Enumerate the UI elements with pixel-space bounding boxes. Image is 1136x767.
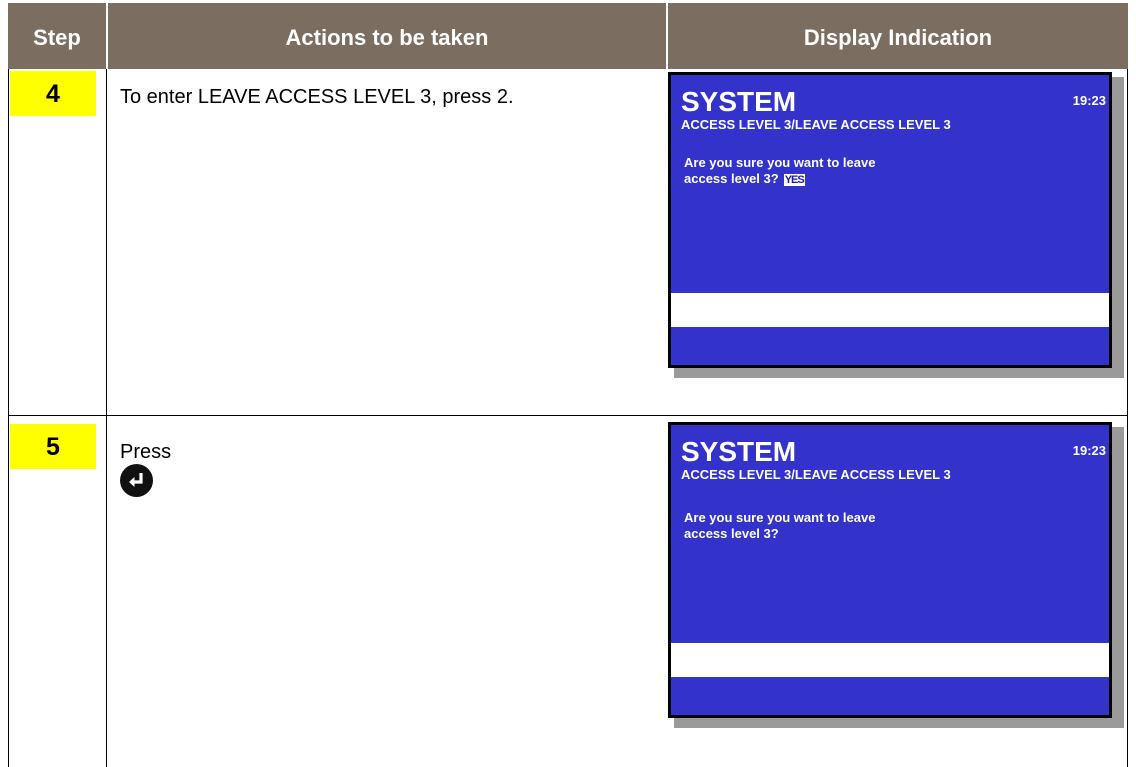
table-border-right [1127, 69, 1128, 767]
display-question-line2: access level 3? YES [684, 171, 805, 186]
display-time: 19:23 [1072, 93, 1106, 108]
step-badge: 5 [10, 424, 96, 469]
header-display: Display Indication [803, 25, 993, 50]
display-time: 19:23 [1072, 443, 1106, 458]
enter-key-icon [120, 464, 153, 497]
lcd-display: SYSTEM 19:23 ACCESS LEVEL 3/LEAVE ACCESS… [668, 72, 1112, 368]
display-question-text: access level 3? [684, 171, 779, 186]
column-divider [106, 69, 107, 767]
header-actions: Actions to be taken [285, 25, 489, 50]
display-title: SYSTEM [681, 86, 797, 117]
header-step: Step [33, 25, 81, 50]
display-path: ACCESS LEVEL 3/LEAVE ACCESS LEVEL 3 [681, 117, 951, 132]
lcd-display: SYSTEM 19:23 ACCESS LEVEL 3/LEAVE ACCESS… [668, 422, 1112, 718]
table-header: Step Actions to be taken Display Indicat… [8, 3, 1128, 69]
table-border-left [8, 69, 9, 767]
selection-highlight: YES [783, 174, 805, 186]
display-input-bar [671, 293, 1109, 327]
display-question-line2: access level 3? [684, 526, 779, 541]
display-path: ACCESS LEVEL 3/LEAVE ACCESS LEVEL 3 [681, 467, 951, 482]
display-title: SYSTEM [681, 436, 797, 467]
display-input-bar [671, 643, 1109, 677]
action-text: To enter LEAVE ACCESS LEVEL 3, press 2. [120, 86, 514, 108]
row-divider [8, 415, 1128, 416]
display-question-line1: Are you sure you want to leave [684, 155, 876, 170]
step-badge: 4 [10, 71, 96, 116]
display-question-line1: Are you sure you want to leave [684, 510, 876, 525]
action-text: Press [120, 441, 172, 463]
